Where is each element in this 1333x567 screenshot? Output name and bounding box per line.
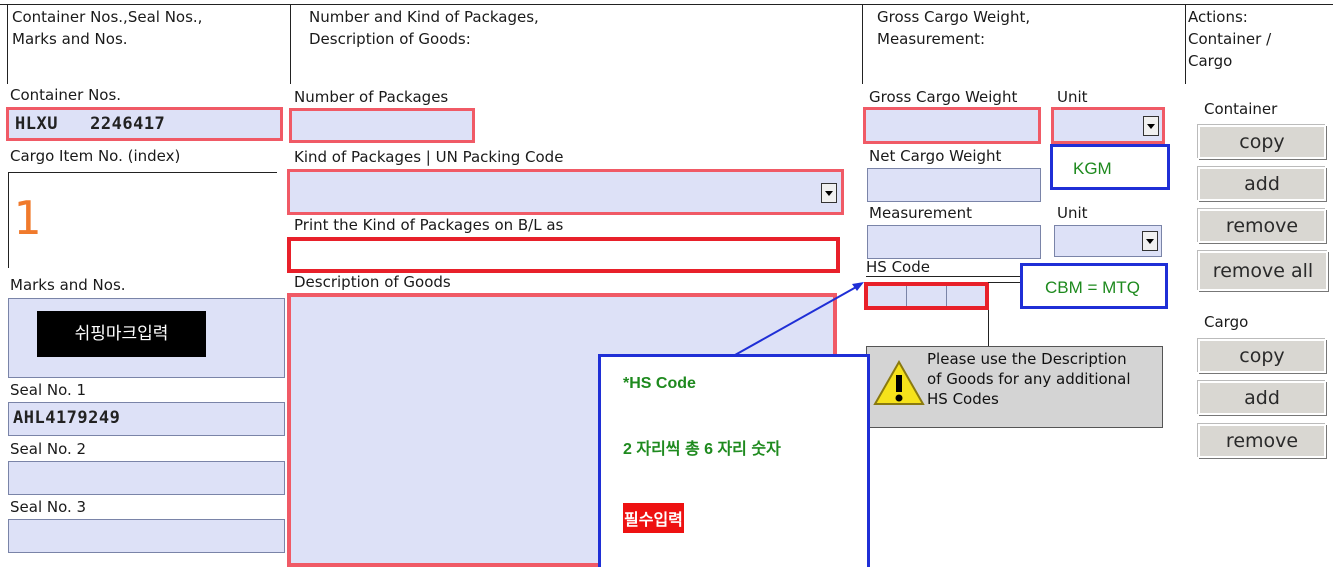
col-divider-3 — [862, 4, 863, 84]
hs-note-text: Please use the Description of Goods for … — [927, 349, 1131, 409]
gross-weight-label: Gross Cargo Weight — [869, 88, 1018, 106]
hs-code-inputs[interactable] — [864, 282, 989, 310]
measurement-unit-select[interactable] — [1054, 225, 1162, 257]
seal2-input[interactable] — [8, 461, 285, 495]
hs-code-divider — [906, 286, 907, 306]
header-line: Actions: — [1188, 8, 1248, 26]
chevron-down-icon[interactable] — [1142, 231, 1158, 251]
hs-note-line: of Goods for any additional — [927, 370, 1131, 388]
marks-label: Marks and Nos. — [10, 276, 126, 294]
col-divider-1 — [7, 4, 8, 84]
seal1-label: Seal No. 1 — [10, 381, 87, 399]
header-line: Container Nos.,Seal Nos., — [12, 8, 203, 26]
header-weight: Gross Cargo Weight, Measurement: — [877, 6, 1030, 50]
header-line: Gross Cargo Weight, — [877, 8, 1031, 26]
container-remove-button[interactable]: remove — [1198, 209, 1326, 243]
hs-code-underline — [866, 276, 1026, 277]
measurement-label: Measurement — [869, 204, 972, 222]
print-kind-label: Print the Kind of Packages on B/L as — [294, 216, 564, 234]
num-packages-input[interactable] — [289, 108, 475, 143]
hs-annotation: *HS Code 2 자리씩 총 6 자리 숫자 필수입력 — [598, 354, 870, 567]
hs-note-connector — [988, 310, 989, 348]
print-kind-input[interactable] — [287, 237, 840, 273]
seal1-input[interactable]: AHL4179249 — [8, 402, 285, 436]
container-add-button[interactable]: add — [1198, 167, 1326, 201]
seal2-label: Seal No. 2 — [10, 440, 87, 458]
cargo-item-label: Cargo Item No. (index) — [10, 147, 181, 165]
cargo-add-button[interactable]: add — [1198, 381, 1326, 415]
container-actions-label: Container — [1204, 100, 1278, 118]
hs-note-line: HS Codes — [927, 390, 999, 408]
header-line: Cargo — [1188, 52, 1233, 70]
header-line: Container / — [1188, 30, 1272, 48]
cbm-text: CBM = MTQ — [1045, 278, 1140, 297]
gross-weight-input[interactable] — [863, 107, 1041, 144]
cargo-remove-button[interactable]: remove — [1198, 424, 1326, 458]
unit2-label: Unit — [1057, 204, 1088, 222]
chevron-down-icon[interactable] — [1143, 116, 1159, 136]
col-divider-2 — [290, 4, 291, 84]
container-nos-label: Container Nos. — [10, 86, 122, 104]
hs-annotation-desc: 2 자리씩 총 6 자리 숫자 — [623, 441, 781, 458]
container-copy-button[interactable]: copy — [1198, 125, 1326, 159]
measurement-input[interactable] — [867, 225, 1041, 259]
seal3-input[interactable] — [8, 519, 285, 553]
container-nos-input[interactable]: HLXU 2246417 — [6, 107, 283, 141]
top-border — [0, 4, 1333, 5]
seal3-label: Seal No. 3 — [10, 498, 87, 516]
kgm-text: KGM — [1073, 159, 1112, 178]
container-nos-value: HLXU 2246417 — [15, 114, 166, 134]
marks-input[interactable]: 쉬핑마크입력 — [8, 298, 285, 378]
cargo-actions-label: Cargo — [1204, 313, 1249, 331]
cbm-annotation: CBM = MTQ — [1020, 263, 1168, 309]
hs-code-divider — [946, 286, 947, 306]
cargo-item-index-box: 1 — [8, 172, 277, 268]
num-packages-label: Number of Packages — [294, 88, 449, 106]
chevron-down-icon[interactable] — [821, 183, 837, 203]
header-line: Description of Goods: — [309, 30, 471, 48]
header-line: Number and Kind of Packages, — [309, 8, 539, 26]
cbm-connector — [988, 282, 1021, 283]
header-container-nos: Container Nos.,Seal Nos., Marks and Nos. — [12, 6, 202, 50]
cargo-copy-button[interactable]: copy — [1198, 339, 1326, 373]
seal1-value: AHL4179249 — [13, 408, 121, 428]
kgm-annotation: KGM — [1050, 144, 1170, 190]
kind-packages-label: Kind of Packages | UN Packing Code — [294, 148, 564, 166]
net-weight-label: Net Cargo Weight — [869, 147, 1002, 165]
header-actions: Actions: Container / Cargo — [1188, 6, 1271, 72]
container-remove-all-button[interactable]: remove all — [1198, 251, 1328, 291]
kind-packages-select[interactable] — [287, 169, 844, 215]
hs-code-label: HS Code — [866, 258, 930, 276]
hs-note-box: Please use the Description of Goods for … — [866, 346, 1163, 428]
warning-icon — [873, 359, 925, 405]
header-line: Measurement: — [877, 30, 986, 48]
gross-weight-unit-select[interactable] — [1051, 107, 1165, 144]
description-label: Description of Goods — [294, 273, 451, 291]
header-line: Marks and Nos. — [12, 30, 128, 48]
unit-label: Unit — [1057, 88, 1088, 106]
cargo-item-index: 1 — [13, 191, 41, 245]
required-badge: 필수입력 — [623, 503, 684, 533]
shipping-mark-input-button[interactable]: 쉬핑마크입력 — [37, 311, 206, 357]
hs-note-line: Please use the Description — [927, 350, 1127, 368]
hs-annotation-title: *HS Code — [623, 375, 696, 392]
net-weight-input[interactable] — [867, 168, 1041, 202]
col-divider-4 — [1185, 4, 1186, 84]
header-packages: Number and Kind of Packages, Description… — [309, 6, 539, 50]
